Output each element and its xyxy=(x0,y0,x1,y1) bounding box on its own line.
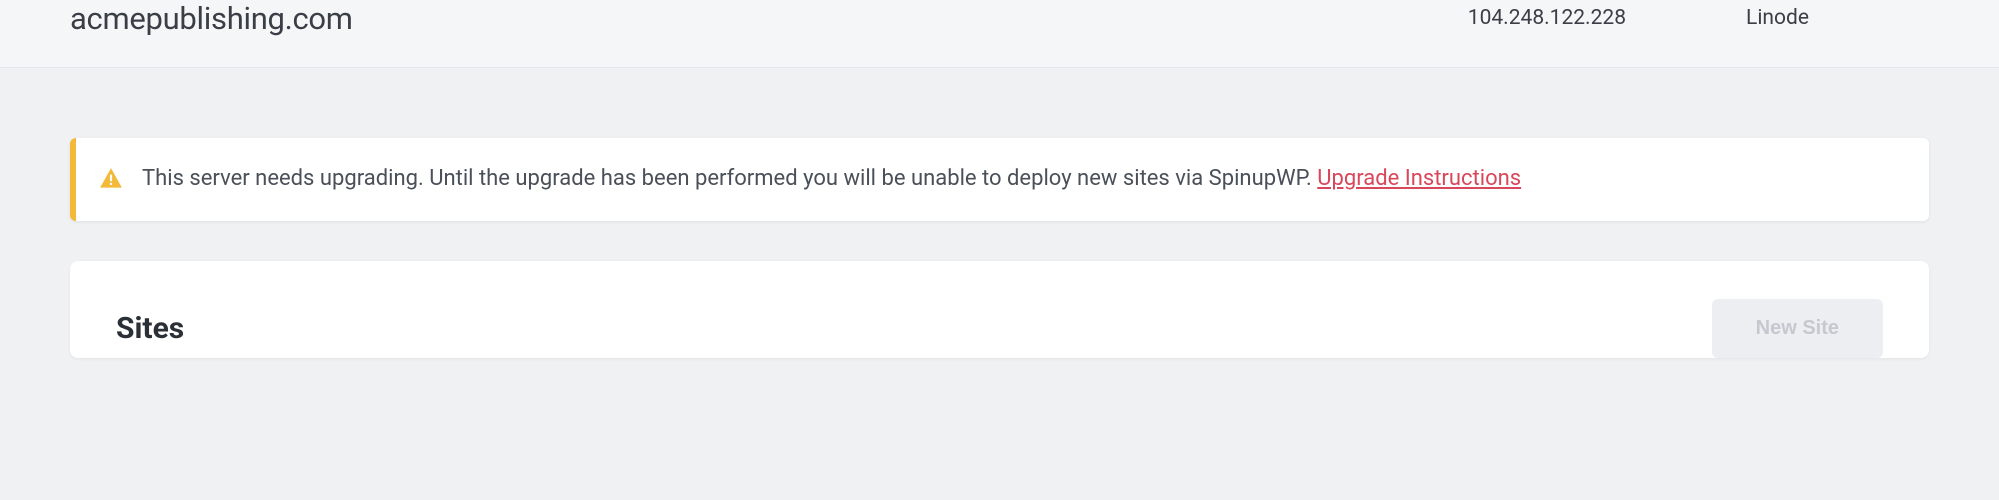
alert-message: This server needs upgrading. Until the u… xyxy=(142,166,1317,191)
server-name: acmepublishing.com xyxy=(70,0,353,37)
sites-title: Sites xyxy=(116,311,184,346)
ip-address: 104.248.122.228 xyxy=(1468,6,1626,30)
provider: Linode xyxy=(1746,6,1809,30)
header-right: 104.248.122.228 Linode xyxy=(1468,0,1929,30)
sites-card: Sites New Site xyxy=(70,261,1929,358)
warning-icon xyxy=(98,166,124,192)
alert-text: This server needs upgrading. Until the u… xyxy=(142,164,1521,195)
upgrade-instructions-link[interactable]: Upgrade Instructions xyxy=(1317,166,1521,191)
new-site-button[interactable]: New Site xyxy=(1712,299,1883,358)
alert-warning: This server needs upgrading. Until the u… xyxy=(70,138,1929,221)
header-left: acmepublishing.com xyxy=(70,0,353,37)
server-header: acmepublishing.com 104.248.122.228 Linod… xyxy=(0,0,1999,68)
content-area: This server needs upgrading. Until the u… xyxy=(0,68,1999,358)
